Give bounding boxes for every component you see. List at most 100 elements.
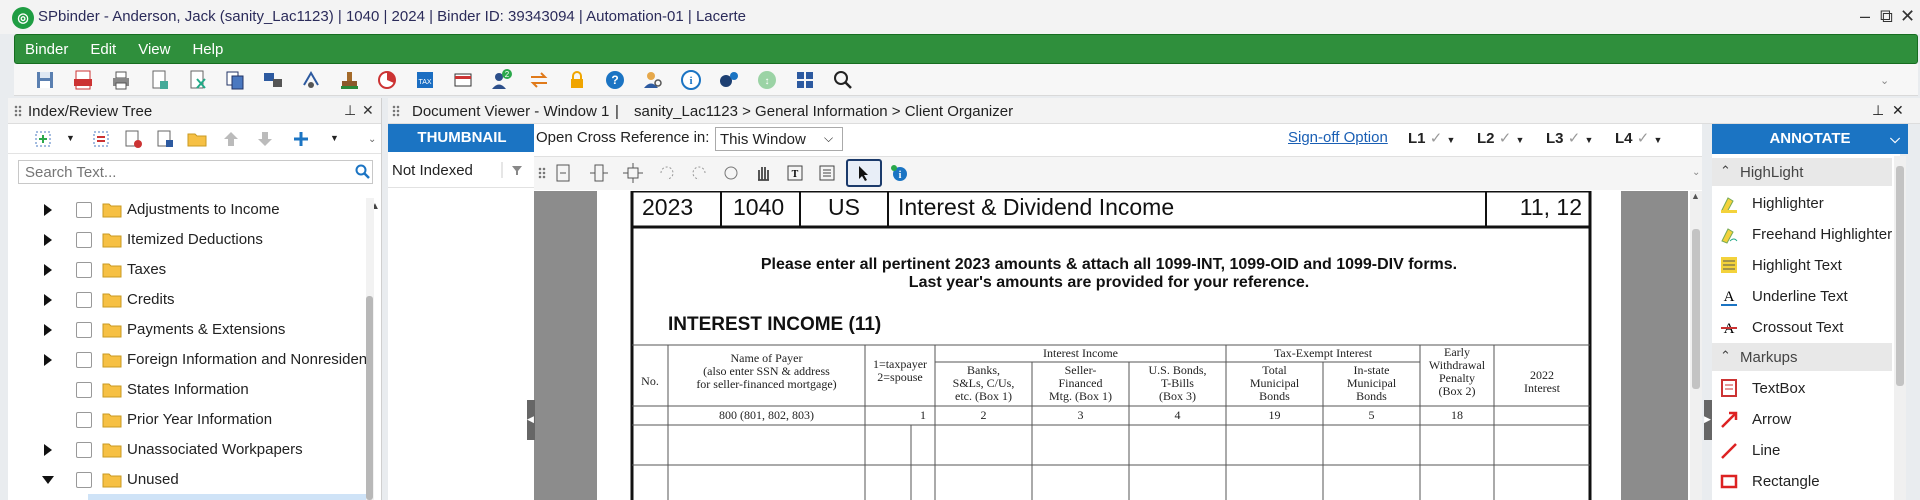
search-text-field[interactable] — [18, 160, 373, 184]
expand-arrow-icon[interactable] — [44, 294, 52, 306]
restore-icon[interactable]: ⧉ — [1880, 6, 1893, 27]
doc-settings-icon[interactable] — [152, 127, 178, 151]
cross-reference-select[interactable]: This Window ⌵ — [715, 127, 843, 151]
grid-icon[interactable] — [792, 68, 818, 92]
dropdown-arrow-icon[interactable]: ▼ — [1653, 135, 1662, 145]
toolbar-overflow-icon[interactable]: ⌄ — [1692, 167, 1700, 178]
menu-view[interactable]: View — [127, 35, 181, 58]
annotate-tool[interactable]: A Underline Text — [1712, 281, 1892, 311]
select-tool-icon[interactable] — [846, 159, 882, 187]
search-icon[interactable] — [830, 68, 856, 92]
copy-icon[interactable] — [222, 68, 248, 92]
filter-icon[interactable] — [500, 160, 530, 180]
network-icon[interactable] — [260, 68, 286, 92]
annotate-group-header[interactable]: ⌃ HighLight — [1712, 158, 1892, 186]
annotate-tool[interactable]: Rectangle — [1712, 466, 1892, 496]
menu-binder[interactable]: Binder — [15, 35, 79, 58]
remove-doc-icon[interactable] — [120, 127, 146, 151]
pin-icon[interactable]: ⊥ — [344, 102, 356, 119]
tree-item[interactable]: Prior Year Information — [8, 406, 368, 434]
move-down-icon[interactable] — [252, 127, 278, 151]
folder-icon[interactable] — [184, 127, 210, 151]
info-annotate-icon[interactable]: i — [886, 161, 912, 185]
annotate-tool[interactable]: TextBox — [1712, 373, 1892, 403]
drag-grip-icon[interactable] — [14, 105, 22, 117]
collapse-right-handle[interactable]: ▶ — [1704, 400, 1712, 440]
tree-item[interactable]: Adjustments to Income — [8, 196, 368, 224]
search-icon[interactable] — [355, 164, 371, 180]
excel-icon[interactable] — [184, 68, 210, 92]
drag-grip-icon[interactable] — [538, 167, 546, 179]
annotate-tool[interactable]: Arrow — [1712, 404, 1892, 434]
scrollbar-thumb[interactable] — [1692, 229, 1700, 389]
expand-arrow-icon[interactable] — [44, 444, 52, 456]
annotate-header[interactable]: ANNOTATE ⌵ — [1712, 124, 1908, 154]
signoff-level-4[interactable]: L4 ✓ ▼ — [1615, 129, 1662, 147]
close-pane-icon[interactable]: ✕ — [1892, 102, 1904, 119]
thumbnail-tab[interactable]: THUMBNAIL — [388, 124, 536, 152]
tax-icon[interactable]: TAX — [412, 68, 438, 92]
text-select-icon[interactable]: T — [782, 161, 808, 185]
document-scrollbar[interactable]: ▲ — [1690, 191, 1702, 500]
lock-icon[interactable] — [564, 68, 590, 92]
refresh-icon[interactable] — [718, 161, 744, 185]
scrollbar-thumb[interactable] — [1896, 166, 1904, 386]
save-icon[interactable] — [32, 68, 58, 92]
hand-icon[interactable] — [750, 161, 776, 185]
tree-item[interactable]: Unused — [8, 466, 368, 494]
fullscreen-icon[interactable] — [620, 161, 646, 185]
selected-tree-row[interactable] — [88, 494, 368, 500]
annotate-tool[interactable]: Highlight Text — [1712, 250, 1892, 280]
tree-item-checkbox[interactable] — [76, 292, 92, 308]
tree-item-checkbox[interactable] — [76, 382, 92, 398]
signoff-level-3[interactable]: L3 ✓ ▼ — [1546, 129, 1593, 147]
expand-arrow-icon[interactable] — [44, 264, 52, 276]
pdf-icon[interactable] — [70, 68, 96, 92]
tree-item-checkbox[interactable] — [76, 352, 92, 368]
list-view-icon[interactable] — [814, 161, 840, 185]
drag-grip-icon[interactable] — [392, 105, 400, 117]
search-input[interactable] — [19, 161, 339, 183]
toolbar-overflow-icon[interactable]: ⌄ — [1880, 74, 1889, 87]
print-icon[interactable] — [108, 68, 134, 92]
expand-arrow-icon[interactable] — [44, 234, 52, 246]
close-icon[interactable]: ✕ — [1900, 6, 1915, 27]
rotate-right-icon[interactable] — [654, 161, 680, 185]
annotate-tool[interactable]: Freehand Highlighter — [1712, 219, 1892, 249]
scrollbar-thumb[interactable] — [366, 296, 373, 500]
tree-item-checkbox[interactable] — [76, 472, 92, 488]
rotate-left-icon[interactable] — [686, 161, 712, 185]
tree-item-checkbox[interactable] — [76, 322, 92, 338]
fit-width-icon[interactable] — [586, 161, 612, 185]
sync-icon[interactable] — [298, 68, 324, 92]
dropdown-arrow-icon[interactable]: ▼ — [1446, 135, 1455, 145]
signoff-level-1[interactable]: L1 ✓ ▼ — [1408, 129, 1455, 147]
expand-arrow-icon[interactable] — [44, 354, 52, 366]
close-pane-icon[interactable]: ✕ — [362, 102, 374, 119]
card-icon[interactable] — [450, 68, 476, 92]
help-icon[interactable]: ? — [602, 68, 628, 92]
tree-item[interactable]: Credits — [8, 286, 368, 314]
pin-icon[interactable]: ⊥ — [1872, 102, 1884, 119]
menu-help[interactable]: Help — [181, 35, 234, 58]
tree-item[interactable]: States Information — [8, 376, 368, 404]
fit-page-icon[interactable] — [550, 161, 576, 185]
tree-item[interactable]: Payments & Extensions — [8, 316, 368, 344]
sign-off-option-link[interactable]: Sign-off Option — [1288, 129, 1388, 146]
tree-item-checkbox[interactable] — [76, 412, 92, 428]
link-icon[interactable]: ↕ — [754, 68, 780, 92]
annotate-tool[interactable]: A Crossout Text — [1712, 312, 1892, 342]
dropdown-arrow-icon[interactable]: ▼ — [1584, 135, 1593, 145]
annotate-tool[interactable]: Highlighter — [1712, 188, 1892, 218]
collapse-left-handle[interactable]: ◀ — [527, 400, 535, 440]
dropdown-arrow-icon[interactable]: ▼ — [330, 133, 339, 143]
minimize-icon[interactable]: – — [1860, 6, 1870, 27]
tree-item-checkbox[interactable] — [76, 442, 92, 458]
person-search-icon[interactable] — [640, 68, 666, 92]
menu-edit[interactable]: Edit — [79, 35, 127, 58]
overflow-icon[interactable]: ⌄ — [368, 134, 376, 145]
expand-arrow-icon[interactable] — [44, 204, 52, 216]
tree-scrollbar[interactable] — [366, 198, 374, 500]
expand-all-icon[interactable] — [288, 127, 314, 151]
dropdown-arrow-icon[interactable]: ▼ — [66, 133, 75, 143]
